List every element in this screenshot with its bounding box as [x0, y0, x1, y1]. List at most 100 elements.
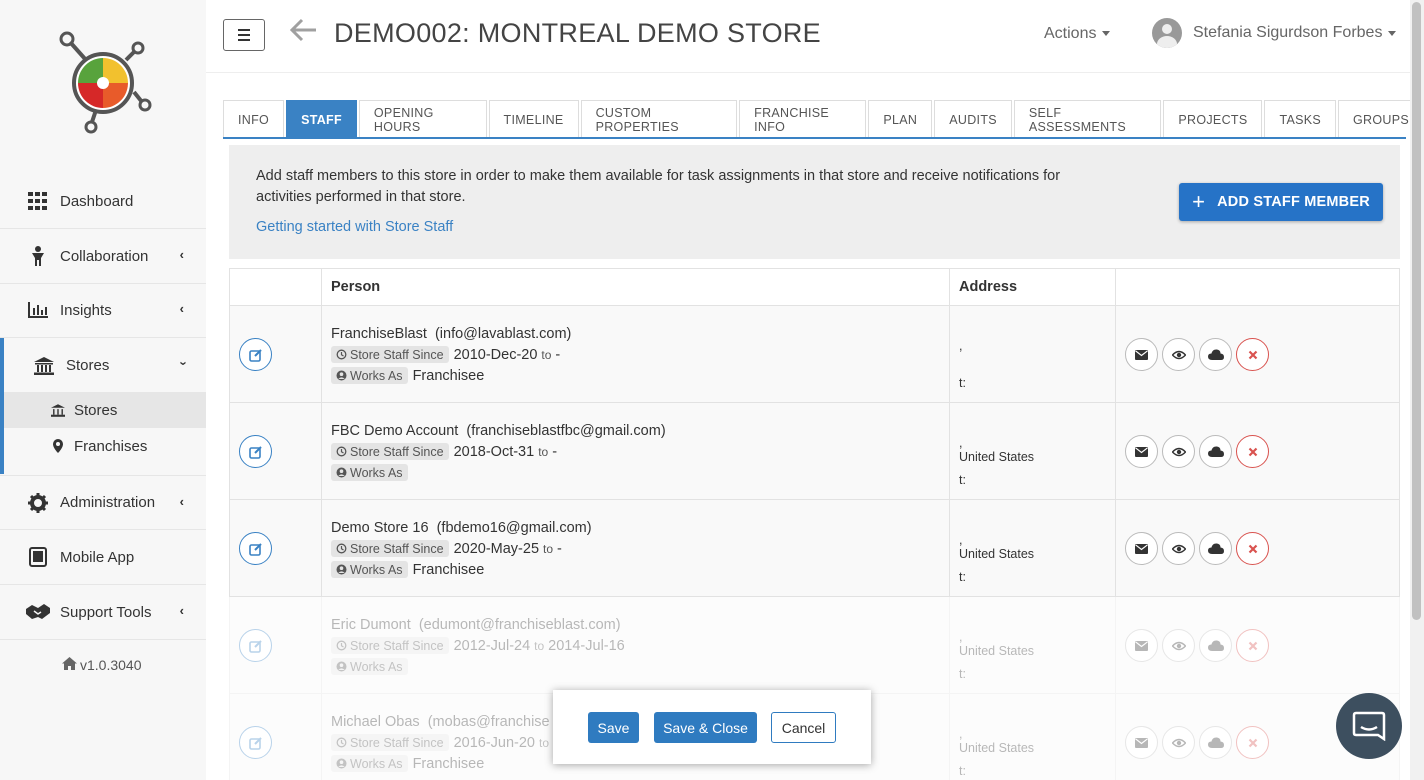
- nav-mobile-app[interactable]: Mobile App: [0, 530, 206, 585]
- eye-icon: [1171, 738, 1186, 747]
- nav-support-tools[interactable]: Support Tools ‹: [0, 585, 206, 640]
- address-line: ,: [959, 339, 963, 353]
- save-dialog: Save Save & Close Cancel: [553, 690, 871, 764]
- tablet-icon: [26, 547, 50, 567]
- email-button[interactable]: [1125, 726, 1158, 759]
- actions-dropdown[interactable]: Actions: [1044, 25, 1111, 43]
- edit-icon: [248, 445, 262, 459]
- sidebar-item-stores[interactable]: Stores: [4, 392, 206, 428]
- bank-icon: [32, 356, 56, 376]
- delete-button[interactable]: [1236, 726, 1269, 759]
- eye-icon: [1171, 544, 1186, 553]
- email-button[interactable]: [1125, 338, 1158, 371]
- person-name: FBC Demo Account: [331, 422, 459, 439]
- delete-button[interactable]: [1236, 532, 1269, 565]
- chat-launcher-button[interactable]: [1336, 693, 1402, 759]
- tab-tasks[interactable]: TASKS: [1264, 100, 1337, 138]
- sidebar-item-franchises[interactable]: Franchises: [4, 428, 206, 464]
- cloud-button[interactable]: [1199, 726, 1232, 759]
- scrollbar-thumb[interactable]: [1412, 2, 1421, 620]
- person-cell: FranchiseBlast (info@lavablast.com) Stor…: [331, 323, 571, 386]
- cloud-button[interactable]: [1199, 435, 1232, 468]
- until-date: -: [555, 346, 561, 363]
- view-button[interactable]: [1162, 435, 1195, 468]
- nav-stores[interactable]: Stores ‹: [0, 338, 206, 393]
- nav-collaboration[interactable]: Collaboration ‹: [0, 229, 206, 284]
- close-icon: [1248, 350, 1257, 359]
- edit-button[interactable]: [239, 435, 272, 468]
- tab-timeline[interactable]: TIMELINE: [488, 100, 579, 138]
- add-staff-member-button[interactable]: + ADD STAFF MEMBER: [1179, 183, 1383, 221]
- since-date: 2020-May-25: [453, 540, 540, 557]
- column-header-address: Address: [959, 279, 1018, 295]
- tab-info[interactable]: INFO: [223, 100, 285, 138]
- app-logo[interactable]: [56, 30, 152, 134]
- nav-dashboard[interactable]: Dashboard: [0, 174, 206, 229]
- user-circle-icon: [336, 661, 347, 672]
- person-cell: FBC Demo Account (franchiseblastfbc@gmai…: [331, 420, 666, 483]
- edit-icon: [248, 348, 262, 362]
- address-line: ,: [959, 436, 963, 450]
- to-label: to: [534, 638, 545, 653]
- eye-icon: [1171, 641, 1186, 650]
- tab-plan[interactable]: PLAN: [868, 100, 933, 138]
- cloud-button[interactable]: [1199, 338, 1232, 371]
- save-button[interactable]: Save: [588, 712, 639, 743]
- address-country: United States: [959, 547, 1035, 561]
- person-email[interactable]: (franchiseblastfbc@gmail.com): [466, 423, 665, 439]
- person-email[interactable]: (mobas@franchise: [428, 714, 550, 730]
- person-email[interactable]: (info@lavablast.com): [435, 326, 571, 342]
- delete-button[interactable]: [1236, 435, 1269, 468]
- email-button[interactable]: [1125, 629, 1158, 662]
- delete-button[interactable]: [1236, 629, 1269, 662]
- person-email[interactable]: (edumont@franchiseblast.com): [419, 617, 621, 633]
- menu-toggle-button[interactable]: [223, 19, 265, 51]
- edit-icon: [248, 639, 262, 653]
- getting-started-link[interactable]: Getting started with Store Staff: [256, 219, 453, 235]
- since-date: 2016-Jun-20: [453, 734, 535, 751]
- email-button[interactable]: [1125, 435, 1158, 468]
- to-label: to: [539, 735, 550, 750]
- cancel-button[interactable]: Cancel: [771, 712, 836, 743]
- cloud-button[interactable]: [1199, 532, 1232, 565]
- delete-button[interactable]: [1236, 338, 1269, 371]
- address-phone: t:: [959, 473, 966, 487]
- chevron-left-icon: ‹: [179, 603, 184, 618]
- tab-opening-hours[interactable]: OPENING HOURS: [358, 100, 487, 138]
- edit-button[interactable]: [239, 532, 272, 565]
- edit-button[interactable]: [239, 726, 272, 759]
- close-icon: [1248, 738, 1257, 747]
- tab-custom-properties[interactable]: CUSTOM PROPERTIES: [580, 100, 738, 138]
- plus-icon: +: [1192, 189, 1206, 214]
- tab-franchise-info[interactable]: FRANCHISE INFO: [739, 100, 867, 138]
- tab-audits[interactable]: AUDITS: [934, 100, 1012, 138]
- nav-label: Stores: [66, 357, 110, 374]
- edit-button[interactable]: [239, 338, 272, 371]
- row-actions: [1125, 338, 1269, 371]
- tab-staff[interactable]: STAFF: [286, 100, 357, 138]
- to-label: to: [538, 444, 549, 459]
- cloud-button[interactable]: [1199, 629, 1232, 662]
- close-icon: [1248, 544, 1257, 553]
- nav-label: Administration: [60, 494, 156, 511]
- chat-icon: [1352, 711, 1386, 741]
- back-arrow-icon[interactable]: [289, 18, 318, 48]
- sidebar-item-label: Stores: [74, 401, 118, 419]
- nav-insights[interactable]: Insights ‹: [0, 283, 206, 338]
- staff-since-badge: Store Staff Since: [331, 346, 449, 363]
- user-circle-icon: [336, 467, 347, 478]
- email-button[interactable]: [1125, 532, 1158, 565]
- view-button[interactable]: [1162, 726, 1195, 759]
- edit-button[interactable]: [239, 629, 272, 662]
- person-email[interactable]: (fbdemo16@gmail.com): [437, 520, 592, 536]
- save-close-button[interactable]: Save & Close: [654, 712, 757, 743]
- person-cell: Eric Dumont (edumont@franchiseblast.com)…: [331, 614, 625, 677]
- tab-projects[interactable]: PROJECTS: [1163, 100, 1263, 138]
- view-button[interactable]: [1162, 629, 1195, 662]
- view-button[interactable]: [1162, 338, 1195, 371]
- tab-underline: [223, 137, 1406, 139]
- nav-administration[interactable]: Administration ‹: [0, 475, 206, 530]
- view-button[interactable]: [1162, 532, 1195, 565]
- tab-self-assessments[interactable]: SELF ASSESSMENTS: [1013, 100, 1162, 138]
- user-menu[interactable]: Stefania Sigurdson Forbes: [1152, 18, 1397, 48]
